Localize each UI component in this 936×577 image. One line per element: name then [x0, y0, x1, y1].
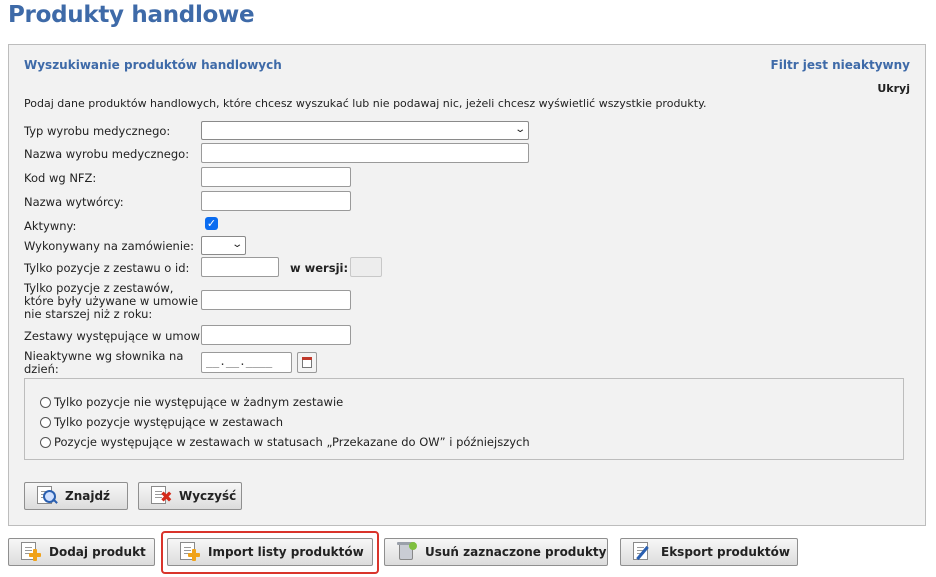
filter-status: Filtr jest nieaktywny	[770, 58, 910, 72]
radio-button[interactable]	[40, 436, 51, 448]
search-intro-text: Podaj dane produktów handlowych, które c…	[24, 97, 707, 110]
zestawy-umowa-input[interactable]	[201, 290, 351, 310]
add-document-icon	[19, 541, 43, 563]
zestawy-wystepujace-input[interactable]	[201, 325, 351, 345]
export-pencil-icon	[631, 541, 655, 563]
version-label: w wersji:	[290, 261, 349, 275]
chevron-down-icon: ⌄	[513, 124, 526, 135]
zestaw-id-input[interactable]	[201, 257, 279, 277]
add-product-button[interactable]: Dodaj produkt	[8, 538, 155, 566]
nazwa-wytworcy-input[interactable]	[201, 191, 351, 211]
highlight-box	[161, 531, 379, 574]
radio-button[interactable]	[40, 396, 51, 408]
nazwa-wyrobu-label: Nazwa wyrobu medycznego:	[24, 147, 190, 161]
radio-option-3[interactable]: Pozycje występujące w zestawach w status…	[40, 435, 530, 449]
radio-options-box: Tylko pozycje nie występujące w żadnym z…	[24, 378, 904, 460]
wykonywany-label: Wykonywany na zamówienie:	[24, 239, 194, 253]
clear-button[interactable]: ✖ Wyczyść	[138, 482, 242, 510]
nazwa-wytworcy-label: Nazwa wytwórcy:	[24, 195, 124, 209]
zestawy-wystepujace-label: Zestawy występujące w umowie:	[24, 329, 215, 343]
export-products-button[interactable]: Eksport produktów	[620, 538, 798, 566]
zestawy-umowa-label: Tylko pozycje z zestawów, które były uży…	[24, 281, 199, 321]
version-input	[350, 257, 382, 277]
page-title: Produkty handlowe	[8, 2, 255, 28]
magnifier-icon	[35, 485, 59, 507]
search-panel-title: Wyszukiwanie produktów handlowych	[24, 58, 282, 72]
aktywny-label: Aktywny:	[24, 219, 77, 233]
radio-button[interactable]	[40, 416, 51, 428]
search-button[interactable]: Znajdź	[24, 482, 128, 510]
aktywny-checkbox[interactable]: ✓	[205, 217, 218, 230]
hide-panel-link[interactable]: Ukryj	[877, 82, 910, 95]
clear-x-icon: ✖	[149, 485, 173, 507]
zestaw-id-label: Tylko pozycje z zestawu o id:	[24, 261, 190, 275]
typ-wyrobu-select[interactable]: ⌄	[201, 121, 529, 140]
radio-option-2[interactable]: Tylko pozycje występujące w zestawach	[40, 415, 283, 429]
radio-option-1[interactable]: Tylko pozycje nie występujące w żadnym z…	[40, 395, 343, 409]
wykonywany-select[interactable]: ⌄	[201, 236, 246, 255]
chevron-down-icon: ⌄	[230, 239, 243, 250]
trash-icon	[395, 541, 419, 563]
typ-wyrobu-label: Typ wyrobu medycznego:	[24, 124, 171, 138]
calendar-button[interactable]	[297, 352, 317, 373]
nieaktywne-label: Nieaktywne wg słownika na dzień:	[24, 349, 184, 376]
nazwa-wyrobu-input[interactable]	[201, 143, 529, 163]
search-panel: Wyszukiwanie produktów handlowych Filtr …	[8, 44, 926, 526]
kod-nfz-input[interactable]	[201, 167, 351, 187]
nieaktywne-date-input[interactable]: __.__.____	[201, 352, 292, 373]
kod-nfz-label: Kod wg NFZ:	[24, 171, 97, 185]
delete-selected-button[interactable]: Usuń zaznaczone produkty	[384, 538, 608, 566]
